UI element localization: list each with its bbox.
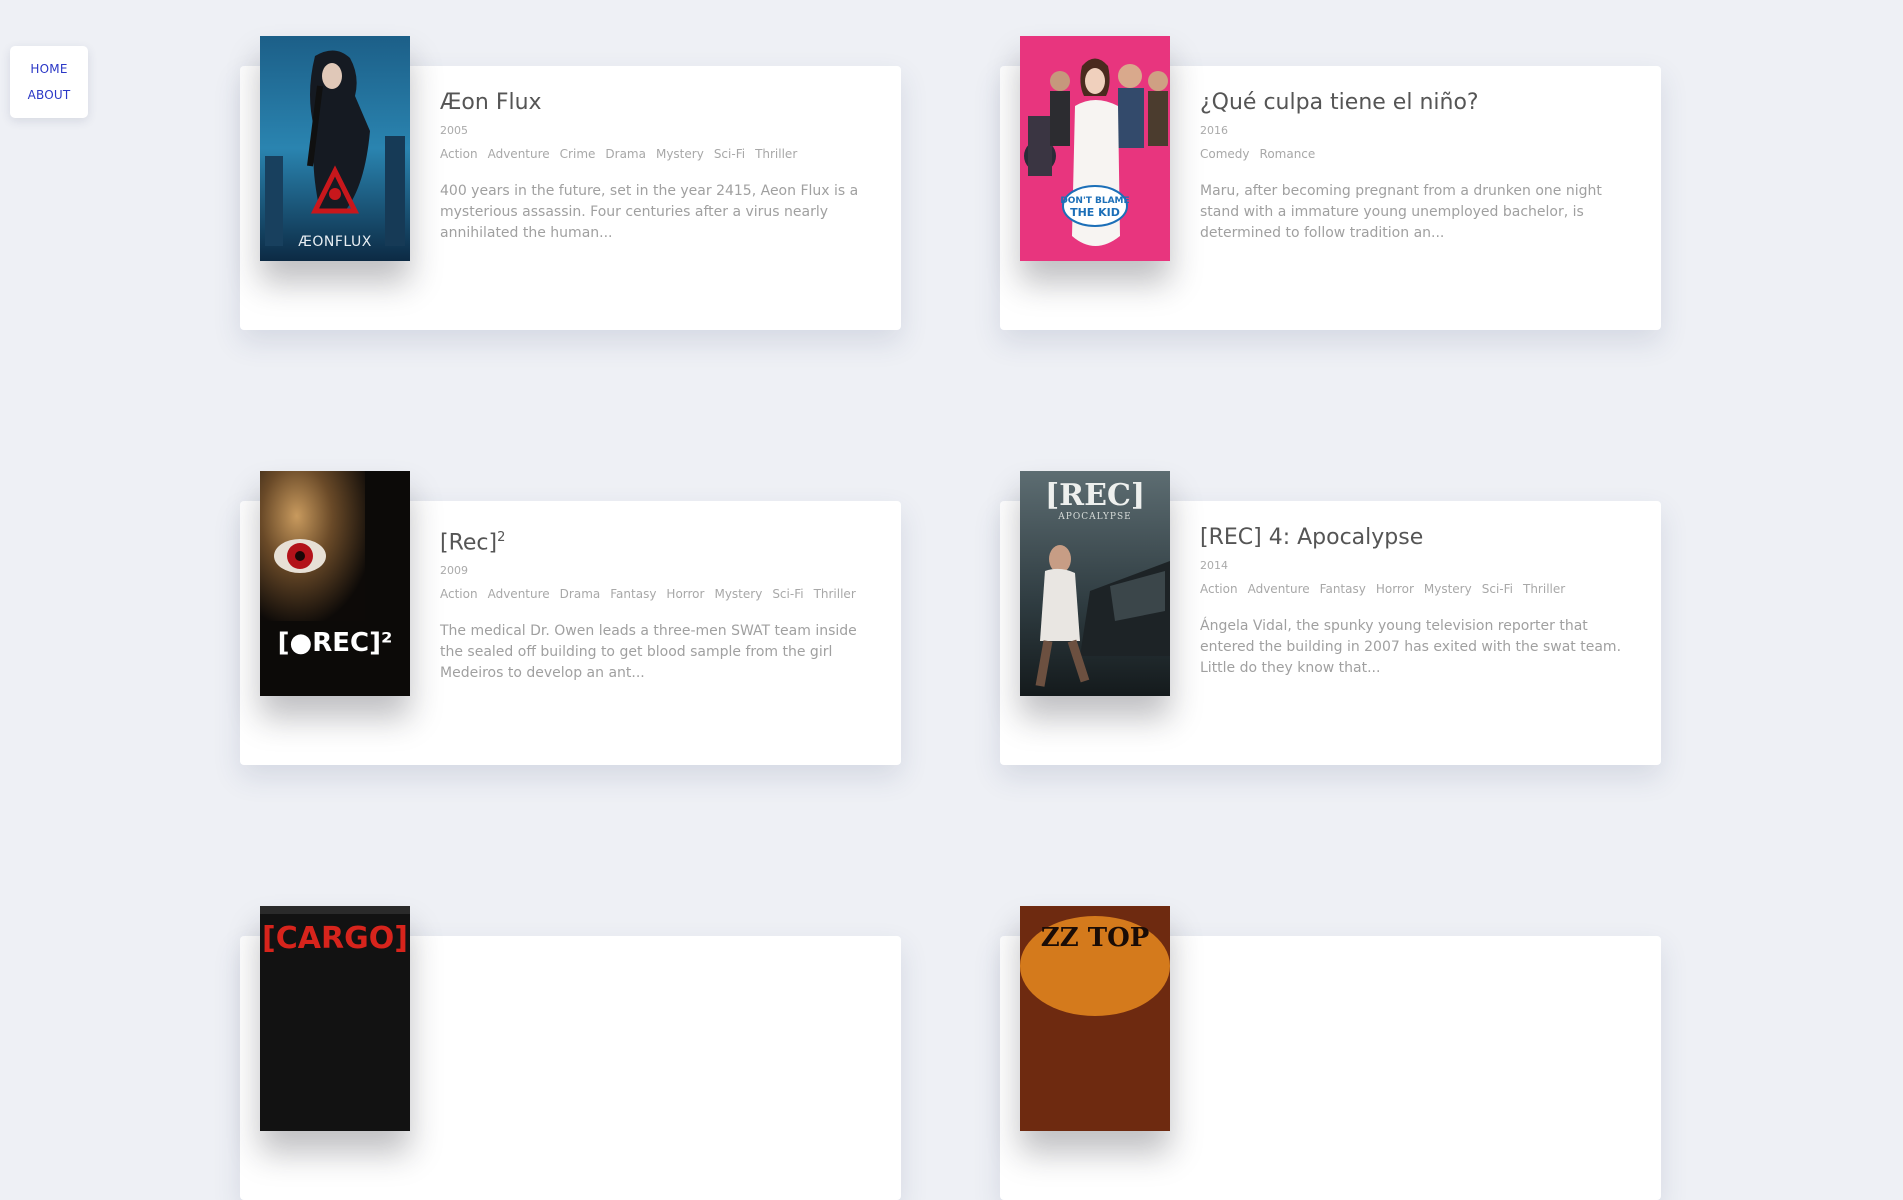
movie-year: 2016 bbox=[1200, 124, 1228, 137]
genre-tag: Comedy bbox=[1200, 147, 1250, 161]
genre-tag: Thriller bbox=[813, 587, 856, 602]
genre-tag: Thriller bbox=[1522, 582, 1566, 596]
movie-poster[interactable]: ÆONFLUX bbox=[260, 36, 410, 261]
svg-text:APOCALYPSE: APOCALYPSE bbox=[1057, 512, 1131, 522]
movie-card: [CARGO] bbox=[240, 906, 901, 1200]
movie-card: ÆONFLUX Æon Flux 2005 Action Adventure Cri… bbox=[240, 36, 901, 330]
genre-tag: Sci-Fi bbox=[772, 587, 804, 602]
genre-tag: Drama bbox=[605, 147, 646, 161]
genre-tag: Drama bbox=[559, 587, 601, 602]
movie-card: ZZ TOP bbox=[1000, 906, 1661, 1200]
movie-genres: Comedy Romance bbox=[1200, 146, 1645, 162]
movie-info: ¿Qué culpa tiene el niño? 2016 Comedy Rom… bbox=[1200, 88, 1645, 258]
genre-tag: Action bbox=[440, 147, 478, 161]
zz-top-poster-image: ZZ TOP bbox=[1020, 906, 1170, 1131]
movie-year: 2005 bbox=[440, 124, 468, 137]
genre-tag: Mystery bbox=[1423, 582, 1472, 596]
genre-tag: Mystery bbox=[714, 587, 763, 602]
genre-tag: Thriller bbox=[755, 147, 798, 161]
genre-tag: Fantasy bbox=[1319, 582, 1366, 596]
genre-tag: Action bbox=[440, 587, 478, 602]
movie-title[interactable]: [REC] 4: Apocalypse bbox=[1200, 523, 1645, 553]
svg-text:DON'T BLAME: DON'T BLAME bbox=[1060, 196, 1129, 206]
movie-genres: Action Adventure Drama Fantasy Horror Mystery… bbox=[440, 586, 885, 602]
movie-info: Æon Flux 2005 Action Adventure Crime Drama M… bbox=[440, 88, 885, 258]
movie-card: [REC] APOCALYPSE [REC] 4: Apocalypse 201… bbox=[1000, 471, 1661, 765]
svg-text:THE KID: THE KID bbox=[1070, 206, 1120, 219]
svg-text:[●REC]²: [●REC]² bbox=[278, 628, 393, 658]
movie-title[interactable]: [Rec]2 bbox=[440, 523, 885, 558]
nav-home-link[interactable]: HOME bbox=[10, 56, 88, 82]
genre-tag: Adventure bbox=[1247, 582, 1310, 596]
movie-poster[interactable]: [●REC]² bbox=[260, 471, 410, 696]
svg-text:ZZ TOP: ZZ TOP bbox=[1041, 923, 1150, 953]
movie-card: DON'T BLAME THE KID ¿Qué culpa tiene el … bbox=[1000, 36, 1661, 330]
nav-about-link[interactable]: ABOUT bbox=[10, 82, 88, 108]
que-culpa-poster-image: DON'T BLAME THE KID bbox=[1020, 36, 1170, 261]
cargo-poster-image: [CARGO] bbox=[260, 906, 410, 1131]
svg-text:[CARGO]: [CARGO] bbox=[262, 921, 408, 956]
movie-info: [REC] 4: Apocalypse 2014 Action Adventure… bbox=[1200, 523, 1645, 693]
aeon-flux-poster-image: ÆONFLUX bbox=[260, 36, 410, 261]
movie-summary: 400 years in the future, set in the year… bbox=[440, 183, 859, 241]
svg-text:ÆONFLUX: ÆONFLUX bbox=[298, 234, 372, 250]
genre-tag: Adventure bbox=[487, 587, 550, 602]
movie-poster[interactable]: ZZ TOP bbox=[1020, 906, 1170, 1131]
movie-year: 2009 bbox=[440, 564, 468, 578]
genre-tag: Horror bbox=[666, 587, 705, 602]
movie-poster[interactable]: [CARGO] bbox=[260, 906, 410, 1131]
movie-poster[interactable]: DON'T BLAME THE KID bbox=[1020, 36, 1170, 261]
genre-tag: Horror bbox=[1375, 582, 1414, 596]
movie-summary: The medical Dr. Owen leads a three-men S… bbox=[440, 623, 857, 682]
svg-text:[REC]: [REC] bbox=[1045, 478, 1145, 513]
genre-tag: Romance bbox=[1259, 147, 1316, 161]
movie-summary: Ángela Vidal, the spunky young televisio… bbox=[1200, 618, 1622, 676]
movie-year: 2014 bbox=[1200, 559, 1228, 572]
genre-tag: Sci-Fi bbox=[713, 147, 746, 161]
movie-title-text: [Rec] bbox=[440, 530, 498, 556]
rec4-poster-image: [REC] APOCALYPSE bbox=[1020, 471, 1170, 696]
nav-menu: HOME ABOUT bbox=[10, 46, 88, 118]
movie-genres: Action Adventure Crime Drama Mystery Sci-Fi Th… bbox=[440, 146, 885, 162]
genre-tag: Action bbox=[1200, 582, 1238, 596]
genre-tag: Crime bbox=[559, 147, 596, 161]
movie-title-superscript: 2 bbox=[497, 530, 506, 545]
movie-poster[interactable]: [REC] APOCALYPSE bbox=[1020, 471, 1170, 696]
movie-card: [●REC]² [Rec]2 2009 Action Adventure Drama… bbox=[240, 471, 901, 765]
movie-genres: Action Adventure Fantasy Horror Mystery Sci-F… bbox=[1200, 581, 1645, 597]
genre-tag: Adventure bbox=[487, 147, 550, 161]
movie-title[interactable]: ¿Qué culpa tiene el niño? bbox=[1200, 88, 1645, 118]
movie-summary: Maru, after becoming pregnant from a dru… bbox=[1200, 183, 1602, 241]
rec2-poster-image: [●REC]² bbox=[260, 471, 410, 696]
genre-tag: Fantasy bbox=[610, 587, 657, 602]
genre-tag: Mystery bbox=[655, 147, 704, 161]
movie-info: [Rec]2 2009 Action Adventure Drama Fantasy H… bbox=[440, 523, 885, 698]
genre-tag: Sci-Fi bbox=[1481, 582, 1513, 596]
movie-title[interactable]: Æon Flux bbox=[440, 88, 885, 118]
